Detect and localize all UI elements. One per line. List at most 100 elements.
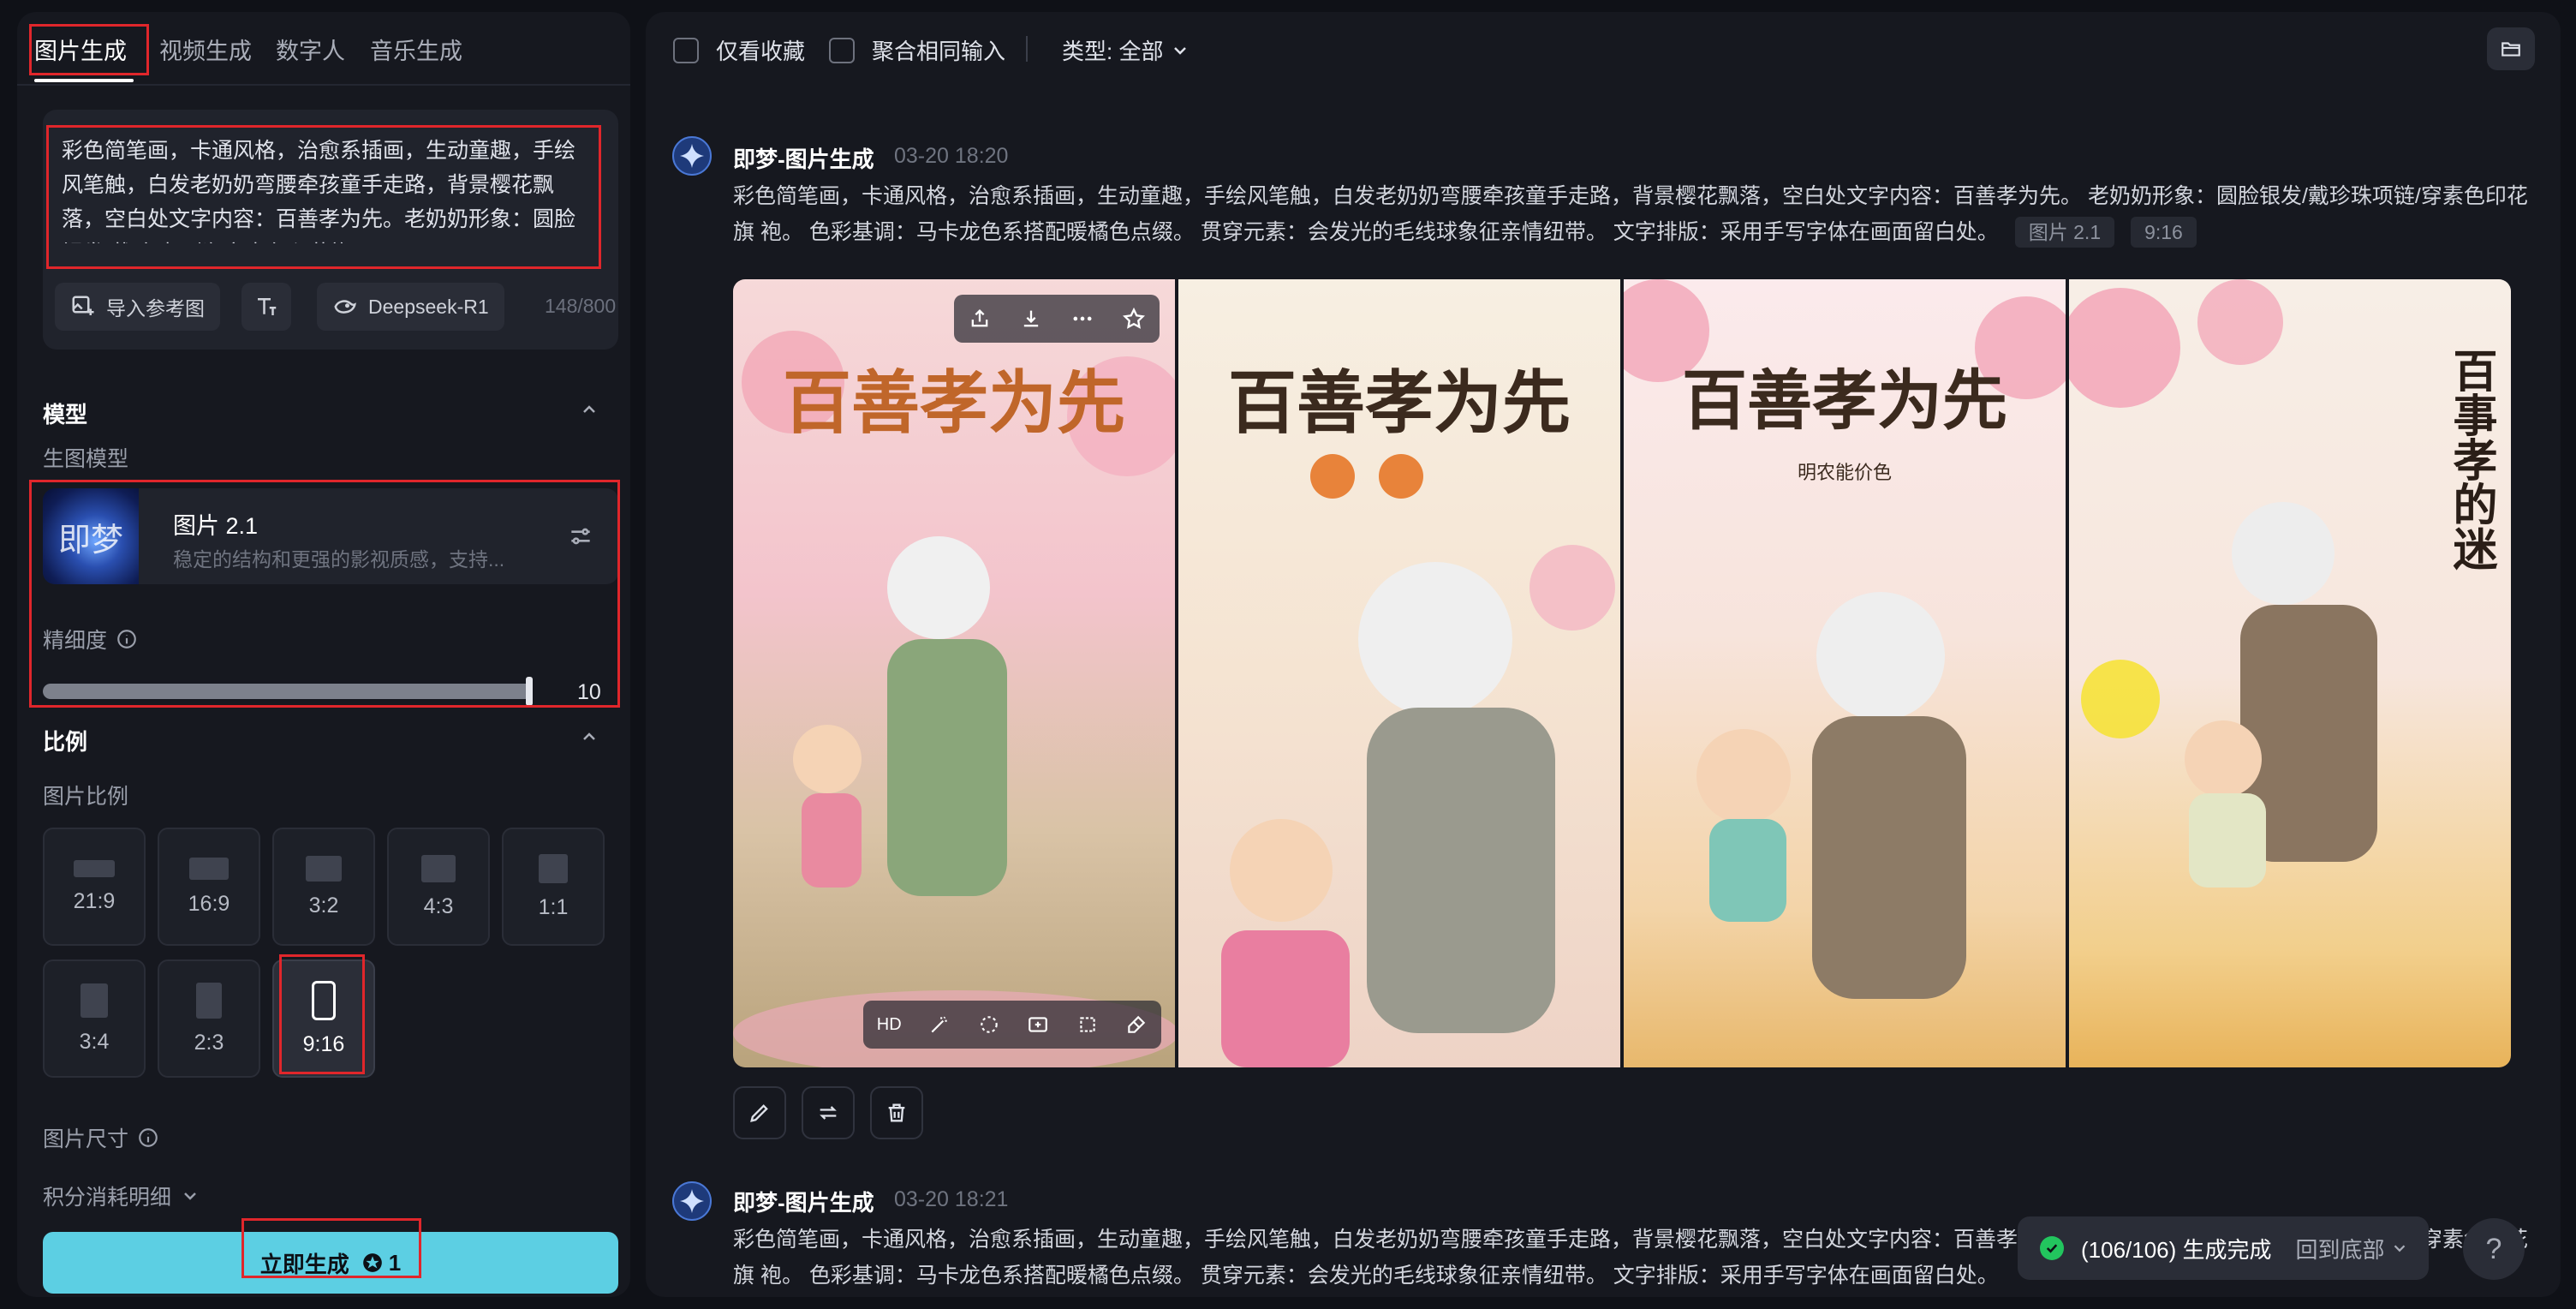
ratio-21-9[interactable]: 21:9 [43, 828, 146, 946]
model-section-title: 模型 [43, 402, 88, 427]
precision-slider-handle[interactable] [526, 677, 533, 706]
message-author: 即梦-图片生成 [733, 1190, 874, 1216]
model-tag: 图片 2.1 [2014, 217, 2115, 248]
message-prompt: 彩色简笔画，卡通风格，治愈系插画，生动童趣，手绘风笔触，白发老奶奶弯腰牵孩童手走… [733, 178, 2549, 250]
ratio-label: 1:1 [538, 894, 569, 919]
cost-detail-label: 积分消耗明细 [43, 1186, 172, 1210]
ratio-3-4[interactable]: 3:4 [43, 959, 146, 1078]
ratio-sub-label: 图片比例 [43, 785, 129, 809]
hd-button[interactable]: HD [877, 1015, 902, 1035]
ratio-label: 3:2 [308, 893, 339, 917]
prompt-box: 彩色简笔画，卡通风格，治愈系插画，生动童趣，手绘风笔触，白发老奶奶弯腰牵孩童手走… [43, 110, 618, 350]
tab-music-gen[interactable]: 音乐生成 [370, 33, 462, 66]
ratio-4-3[interactable]: 4:3 [387, 828, 490, 946]
image-title: 百事孝的迷 [2445, 348, 2497, 571]
back-to-bottom-label: 回到底部 [2295, 1236, 2385, 1263]
tab-underline [34, 79, 134, 82]
cost-detail-toggle[interactable]: 积分消耗明细 [43, 1180, 200, 1211]
tab-video-gen[interactable]: 视频生成 [159, 33, 252, 66]
import-reference-button[interactable]: 导入参考图 [55, 283, 220, 331]
model-card[interactable]: 即梦 图片 2.1 稳定的结构和更强的影视质感，支持... [43, 488, 618, 584]
ratio-shape [196, 982, 222, 1019]
star-icon[interactable] [1122, 307, 1146, 331]
checkbox-box [829, 37, 855, 63]
whale-icon [334, 300, 356, 314]
image-title: 百善孝为先 [783, 362, 1125, 443]
credit-icon [362, 1253, 382, 1272]
fav-only-checkbox[interactable]: 仅看收藏 [673, 34, 805, 66]
ratio-label: 4:3 [423, 894, 454, 918]
deepseek-model-chip[interactable]: Deepseek-R1 [317, 283, 504, 331]
generated-image-4[interactable]: 百事孝的迷 [2069, 279, 2511, 1067]
type-filter-label: 类型: 全部 [1062, 39, 1164, 64]
regenerate-button[interactable] [802, 1086, 855, 1139]
generation-status-text: (106/106) 生成完成 [2081, 1236, 2272, 1263]
tab-bar: 图片生成 视频生成 数字人 音乐生成 [17, 12, 630, 86]
crop-icon[interactable] [1076, 1013, 1099, 1036]
tab-image-gen[interactable]: 图片生成 [34, 33, 127, 66]
back-to-bottom-button[interactable]: 回到底部 [2296, 1233, 2409, 1264]
check-circle-icon [2040, 1236, 2064, 1260]
ratio-label: 16:9 [188, 891, 230, 916]
generate-label: 立即生成 [259, 1251, 349, 1277]
chevron-up-icon[interactable] [579, 399, 599, 420]
ratio-1-1[interactable]: 1:1 [502, 828, 605, 946]
generated-image-2[interactable]: 百善孝为先 [1178, 279, 1620, 1067]
ratio-tag: 9:16 [2131, 217, 2197, 248]
model-thumbnail: 即梦 [43, 488, 139, 584]
ratio-16-9[interactable]: 16:9 [158, 828, 260, 946]
help-button[interactable]: ? [2463, 1218, 2525, 1280]
info-icon[interactable] [116, 628, 138, 650]
chevron-down-icon [184, 1192, 196, 1200]
prompt-input[interactable]: 彩色简笔画，卡通风格，治愈系插画，生动童趣，手绘风笔触，白发老奶奶弯腰牵孩童手走… [62, 134, 593, 243]
ratio-2-3[interactable]: 2:3 [158, 959, 260, 1078]
filter-bar: 仅看收藏 聚合相同输入 类型: 全部 [646, 12, 2561, 86]
edit-button[interactable] [733, 1086, 786, 1139]
generated-image-1[interactable]: 百善孝为先 HD [733, 279, 1175, 1067]
share-icon[interactable] [968, 307, 992, 331]
eraser-icon[interactable] [1125, 1013, 1148, 1036]
chevron-up-icon[interactable] [579, 726, 599, 747]
ratio-9-16[interactable]: 9:16 [272, 959, 375, 1078]
pencil-icon [750, 1104, 768, 1122]
retouch-icon[interactable] [978, 1013, 1000, 1036]
ratio-shape [539, 853, 568, 883]
image-size-label: 图片尺寸 [43, 1127, 129, 1151]
left-panel: 图片生成 视频生成 数字人 音乐生成 彩色简笔画，卡通风格，治愈系插画，生动童趣… [17, 12, 630, 1297]
ratio-section-title: 比例 [43, 729, 88, 755]
credit-cost: 1 [361, 1250, 401, 1276]
message-prompt-text: 彩色简笔画，卡通风格，治愈系插画，生动童趣，手绘风笔触，白发老奶奶弯腰牵孩童手走… [733, 184, 2528, 244]
folder-button[interactable] [2487, 27, 2535, 70]
settings-sliders-icon[interactable] [567, 523, 594, 550]
generated-images: 百善孝为先 HD 百善孝为先 百善孝为先 明农能价色 百事孝的迷 [733, 279, 2511, 1067]
more-icon[interactable] [1070, 307, 1094, 331]
ratio-3-2[interactable]: 3:2 [272, 828, 375, 946]
magic-wand-icon[interactable] [928, 1013, 951, 1036]
message-author: 即梦-图片生成 [733, 146, 874, 172]
type-filter-dropdown[interactable]: 类型: 全部 [1062, 34, 1190, 66]
image-add-icon [72, 296, 94, 315]
chevron-down-icon [1174, 46, 1187, 55]
download-icon[interactable] [1019, 307, 1043, 331]
generated-image-3[interactable]: 百善孝为先 明农能价色 [1624, 279, 2066, 1067]
dreamina-avatar-icon [672, 136, 712, 176]
image-subtitle: 明农能价色 [1797, 462, 1892, 483]
import-reference-label: 导入参考图 [106, 297, 205, 320]
tab-digital-human[interactable]: 数字人 [276, 33, 345, 66]
info-icon[interactable] [137, 1127, 159, 1149]
expand-image-icon[interactable] [1027, 1013, 1049, 1036]
ratio-label: 3:4 [79, 1029, 110, 1054]
char-count: 148/800 [545, 295, 617, 317]
image-size-row: 图片尺寸 [43, 1122, 159, 1153]
text-style-button[interactable] [242, 283, 291, 331]
message-time: 03-20 18:21 [894, 1187, 1009, 1211]
delete-button[interactable] [870, 1086, 923, 1139]
precision-slider[interactable] [43, 684, 533, 699]
merge-inputs-checkbox[interactable]: 聚合相同输入 [829, 34, 1005, 66]
refresh-icon [820, 1106, 837, 1120]
ratio-label: 9:16 [302, 1031, 345, 1056]
message-time: 03-20 18:20 [894, 144, 1009, 168]
checkbox-box [673, 37, 699, 63]
text-format-icon [258, 298, 277, 315]
generate-button[interactable]: 立即生成 1 [43, 1232, 618, 1294]
